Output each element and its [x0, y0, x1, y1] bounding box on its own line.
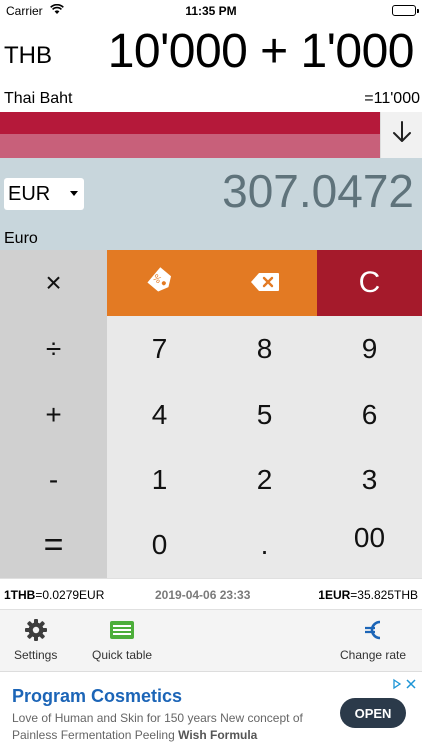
percent-tag-icon: %	[143, 263, 177, 304]
clear-button[interactable]: C	[317, 250, 422, 316]
target-currency-select[interactable]: EUR	[4, 178, 84, 210]
decimal-point-key[interactable]: .	[212, 512, 317, 578]
source-currency-code[interactable]: THB	[4, 42, 52, 70]
target-display: EUR 307.0472 Euro	[0, 158, 422, 250]
digit-7-key[interactable]: 7	[107, 316, 212, 382]
battery-icon	[392, 5, 419, 16]
digit-0-key[interactable]: 0	[107, 512, 212, 578]
chevron-down-icon	[70, 191, 78, 196]
divide-key[interactable]: ÷	[0, 316, 107, 382]
ad-description-text: Love of Human and Skin for 150 years New…	[12, 711, 303, 742]
expression-display: 10'000 + 1'000	[107, 25, 415, 78]
rate-right-value: =35.825THB	[350, 588, 418, 602]
rate-left-code: 1THB	[4, 588, 36, 602]
target-color-stripe	[0, 134, 380, 158]
change-rate-button[interactable]: Change rate	[340, 618, 406, 662]
double-zero-key[interactable]: 00	[317, 512, 422, 578]
ad-choices-icon[interactable]	[392, 678, 418, 693]
rate-source-to-target: 1THB=0.0279EUR	[4, 588, 104, 602]
digit-4-key[interactable]: 4	[107, 382, 212, 448]
target-currency-code: EUR	[8, 182, 51, 205]
digit-6-key[interactable]: 6	[317, 382, 422, 448]
digit-5-key[interactable]: 5	[212, 382, 317, 448]
digit-9-key[interactable]: 9	[317, 316, 422, 382]
gear-icon	[23, 618, 49, 642]
digit-3-key[interactable]: 3	[317, 448, 422, 512]
multiply-key[interactable]: ×	[0, 250, 107, 316]
bottom-toolbar: Settings Quick table Change rate	[0, 610, 422, 672]
ad-banner[interactable]: Program Cosmetics Love of Human and Skin…	[0, 676, 422, 750]
equals-key[interactable]: =	[0, 512, 107, 578]
expression-result: =11'000	[364, 90, 420, 107]
table-icon	[109, 618, 135, 642]
rate-timestamp: 2019-04-06 23:33	[155, 588, 251, 602]
rate-left-value: =0.0279EUR	[35, 588, 105, 602]
keypad: × ÷ + - = % C 7 8 9 4 5 6 1 2 3 0 . 00	[0, 250, 422, 578]
swap-arrow-icon	[391, 120, 413, 151]
backspace-icon	[250, 267, 280, 299]
converted-value: 307.0472	[222, 165, 414, 217]
change-rate-label: Change rate	[340, 648, 407, 662]
digit-8-key[interactable]: 8	[212, 316, 317, 382]
source-color-stripe	[0, 112, 380, 134]
backspace-button[interactable]	[212, 250, 317, 316]
minus-key[interactable]: -	[0, 448, 107, 512]
digit-1-key[interactable]: 1	[107, 448, 212, 512]
swap-currencies-button[interactable]	[380, 112, 422, 158]
digit-2-key[interactable]: 2	[212, 448, 317, 512]
settings-label: Settings	[14, 648, 58, 662]
rate-right-code: 1EUR	[318, 588, 351, 602]
ad-title[interactable]: Program Cosmetics	[12, 686, 182, 707]
plus-key[interactable]: +	[0, 382, 107, 448]
rate-target-to-source: 1EUR=35.825THB	[318, 588, 418, 602]
ad-open-button[interactable]: OPEN	[340, 698, 406, 728]
rate-info-bar: 1THB=0.0279EUR 2019-04-06 23:33 1EUR=35.…	[0, 578, 422, 610]
clock: 11:35 PM	[185, 4, 237, 18]
ad-description: Love of Human and Skin for 150 years New…	[12, 710, 322, 744]
quick-table-label: Quick table	[92, 648, 153, 662]
discount-tag-button[interactable]: %	[107, 250, 212, 316]
ad-description-brand: Wish Formula	[178, 728, 258, 742]
status-bar: Carrier 11:35 PM	[0, 0, 422, 22]
euro-icon	[360, 618, 386, 642]
settings-button[interactable]: Settings	[14, 618, 57, 662]
quick-table-button[interactable]: Quick table	[92, 618, 152, 662]
target-currency-name: Euro	[4, 230, 38, 247]
source-display[interactable]: THB 10'000 + 1'000 Thai Baht =11'000	[0, 22, 422, 112]
source-currency-name: Thai Baht	[4, 90, 73, 107]
